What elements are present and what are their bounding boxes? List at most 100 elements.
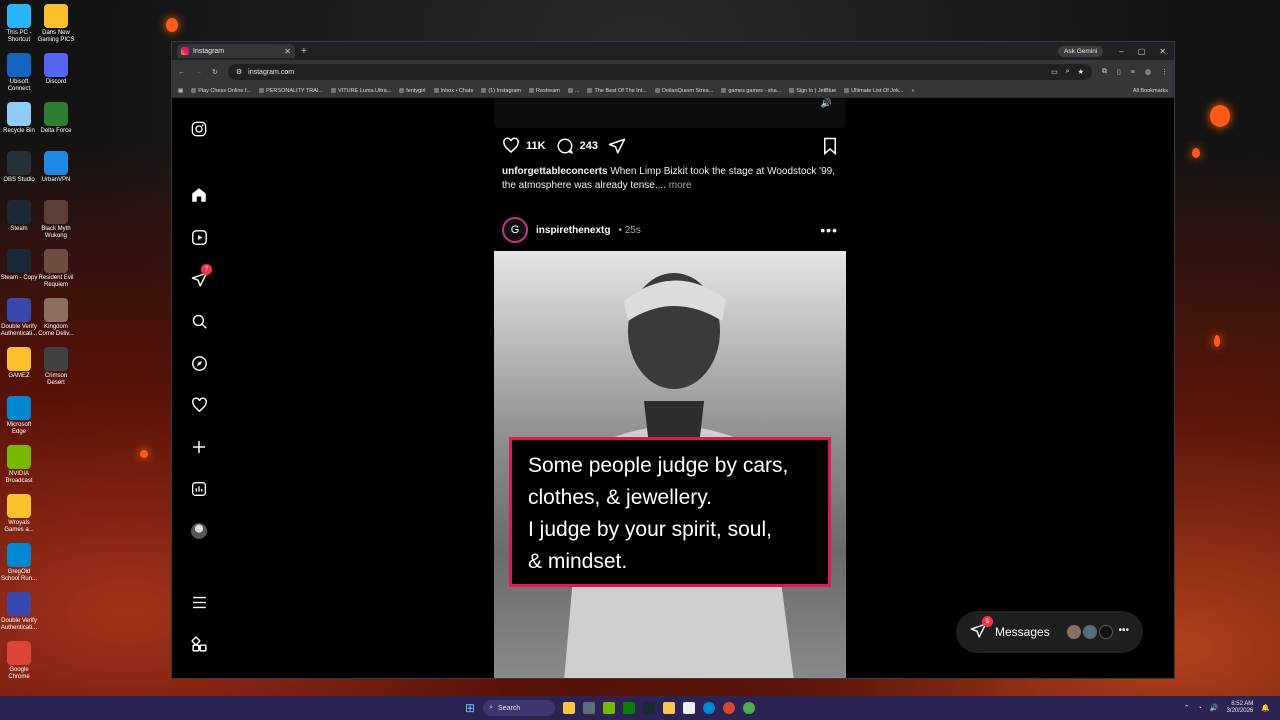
search-icon[interactable] (186, 308, 212, 334)
desktop-icon[interactable]: NVIDIA Broadcast (0, 445, 38, 485)
bookmark-item[interactable]: Restream (529, 88, 560, 94)
new-tab-button[interactable]: + (301, 46, 307, 57)
tab-instagram[interactable]: Instagram ✕ (177, 44, 295, 58)
bookmark-item[interactable]: games games - sha... (721, 88, 781, 94)
desktop-icon[interactable]: Steam (0, 200, 38, 233)
desktop-icon[interactable]: Crimson Desert (37, 347, 75, 387)
ask-gemini-button[interactable]: Ask Gemini (1058, 45, 1104, 57)
volume-tray-icon[interactable]: 🔊 (1210, 704, 1219, 712)
desktop-icon[interactable]: Kingdom Come Deliv... (37, 298, 75, 338)
volume-icon[interactable]: 🔊 (821, 98, 832, 109)
steam-icon[interactable] (643, 702, 656, 714)
desktop-icon[interactable]: This PC - Shortcut (0, 4, 38, 44)
save-icon[interactable] (822, 137, 838, 155)
profile-icon[interactable]: ◍ (1145, 68, 1151, 76)
taskbar-search[interactable]: ⌕ Search (483, 700, 556, 716)
menu-icon[interactable]: ⋮ (1161, 68, 1168, 76)
notifications-icon[interactable]: 🔔 (1261, 704, 1270, 712)
bookmark-item[interactable]: VITURE Luma Ultra... (331, 88, 391, 94)
desktop-icon[interactable]: Recycle Bin (0, 102, 38, 135)
apps-icon[interactable]: ▦ (178, 88, 183, 94)
desktop-icon[interactable]: Black Myth Wukong (37, 200, 75, 240)
bookmark-item[interactable]: Ultimate List Of Jok... (844, 88, 903, 94)
messages-button[interactable]: 5 Messages ••• (956, 611, 1143, 653)
extensions-icon[interactable]: ⧉ (1102, 68, 1107, 76)
desktop-icon[interactable]: Double Verify Authenticati... (0, 298, 38, 338)
bookmark-item[interactable]: ... (567, 88, 579, 94)
more-menu-icon[interactable] (186, 589, 212, 615)
desktop-icon[interactable]: GregOld School Run... (0, 543, 38, 583)
bookmark-item[interactable]: fentygirl (399, 88, 426, 94)
desktop-icon[interactable]: Ubisoft Connect (0, 53, 38, 93)
bookmark-item[interactable]: Play Chess Online f... (191, 88, 251, 94)
nvidia-icon[interactable] (603, 702, 616, 714)
desktop-icon[interactable]: Delta Force (37, 102, 75, 135)
caption-more-link[interactable]: more (669, 180, 692, 191)
bookmark-item[interactable]: Sign In | JetBlue (789, 88, 836, 94)
home-icon[interactable] (186, 182, 212, 208)
tray-chevron-icon[interactable]: ⌃ (1184, 704, 1190, 712)
bookmark-item[interactable]: PERSONALITY TRAI... (259, 88, 323, 94)
bookmarks-overflow-icon[interactable]: » (911, 88, 914, 94)
comment-icon[interactable] (556, 137, 574, 155)
desktop-icon[interactable]: Microsoft Edge (0, 396, 38, 436)
share-icon[interactable] (608, 137, 626, 155)
post-username[interactable]: inspirethenextg (536, 225, 610, 236)
profile-avatar-icon[interactable] (186, 518, 212, 544)
desktop-icon[interactable]: Double Verify Authenticati... (0, 592, 38, 632)
bookmark-star-icon[interactable]: ★ (1078, 68, 1084, 76)
like-count[interactable]: 11K (526, 140, 546, 152)
bookmark-item[interactable]: Inbox • Chats (433, 88, 473, 94)
file-explorer-icon[interactable] (663, 702, 676, 714)
widgets-icon[interactable] (563, 702, 576, 714)
back-icon[interactable]: ← (178, 69, 185, 76)
post-image[interactable]: Some people judge by cars, clothes, & je… (494, 251, 846, 678)
chrome-icon[interactable] (723, 702, 736, 714)
desktop-icon[interactable]: Discord (37, 53, 75, 86)
xbox-icon[interactable] (623, 702, 636, 714)
explore-icon[interactable] (186, 350, 212, 376)
comment-count[interactable]: 243 (580, 140, 598, 152)
wifi-icon[interactable]: ◔ (1198, 705, 1202, 712)
reload-icon[interactable]: ↻ (212, 68, 218, 76)
desktop-icon[interactable]: Steam - Copy (0, 249, 38, 282)
bookmark-item[interactable]: DeilanQueen Strea... (654, 88, 713, 94)
desktop-icon[interactable]: Google Chrome (0, 641, 38, 681)
maximize-icon[interactable]: ▢ (1138, 47, 1146, 56)
store-icon[interactable] (683, 702, 696, 714)
media-icon[interactable]: ≡ (1131, 69, 1135, 76)
chrome-active-icon[interactable] (743, 702, 756, 714)
direct-messages-icon[interactable]: 7 (186, 264, 212, 292)
zoom-icon[interactable]: ⌕ (1066, 68, 1070, 76)
desktop-icon[interactable]: Wroyals Games a... (0, 494, 38, 534)
create-icon[interactable] (186, 434, 212, 460)
desktop-icon[interactable]: OBS Studio (0, 151, 38, 184)
all-bookmarks-button[interactable]: All Bookmarks (1133, 88, 1168, 94)
close-tab-icon[interactable]: ✕ (284, 47, 291, 56)
instagram-logo-icon[interactable] (186, 116, 212, 142)
desktop-icon[interactable]: Resident Evil Requiem (37, 249, 75, 289)
post-avatar[interactable]: G (502, 217, 528, 243)
desktop-icon[interactable]: Dans New Gaming PICS (37, 4, 75, 44)
post-options-icon[interactable]: ••• (820, 222, 838, 238)
desktop-icon[interactable]: UrbanVPN (37, 151, 75, 184)
caption-username[interactable]: unforgettableconcerts (502, 166, 608, 177)
install-icon[interactable]: ▭ (1051, 68, 1058, 76)
desktop-icon[interactable]: GAMEZ (0, 347, 38, 380)
start-icon[interactable]: ⊞ (465, 701, 475, 715)
settings-icon[interactable] (583, 702, 596, 714)
like-icon[interactable] (502, 137, 520, 155)
clock[interactable]: 8:52 AM 3/20/2026 (1227, 701, 1254, 715)
url-field[interactable]: ⚙ instagram.com ▭ ⌕ ★ (227, 64, 1092, 80)
bookmark-item[interactable]: The Best Of The Int... (587, 88, 647, 94)
close-window-icon[interactable]: ✕ (1159, 47, 1166, 56)
sidebar-icon[interactable]: ▯ (1117, 68, 1121, 76)
site-info-icon[interactable]: ⚙ (236, 68, 242, 76)
previous-post-media[interactable]: 🔊 (494, 98, 846, 128)
dashboard-icon[interactable] (186, 476, 212, 502)
edge-icon[interactable] (703, 702, 716, 714)
minimize-icon[interactable]: – (1119, 47, 1123, 56)
reels-icon[interactable] (186, 224, 212, 250)
also-from-meta-icon[interactable] (186, 631, 212, 657)
bookmark-item[interactable]: (1) Instagram (481, 88, 521, 94)
